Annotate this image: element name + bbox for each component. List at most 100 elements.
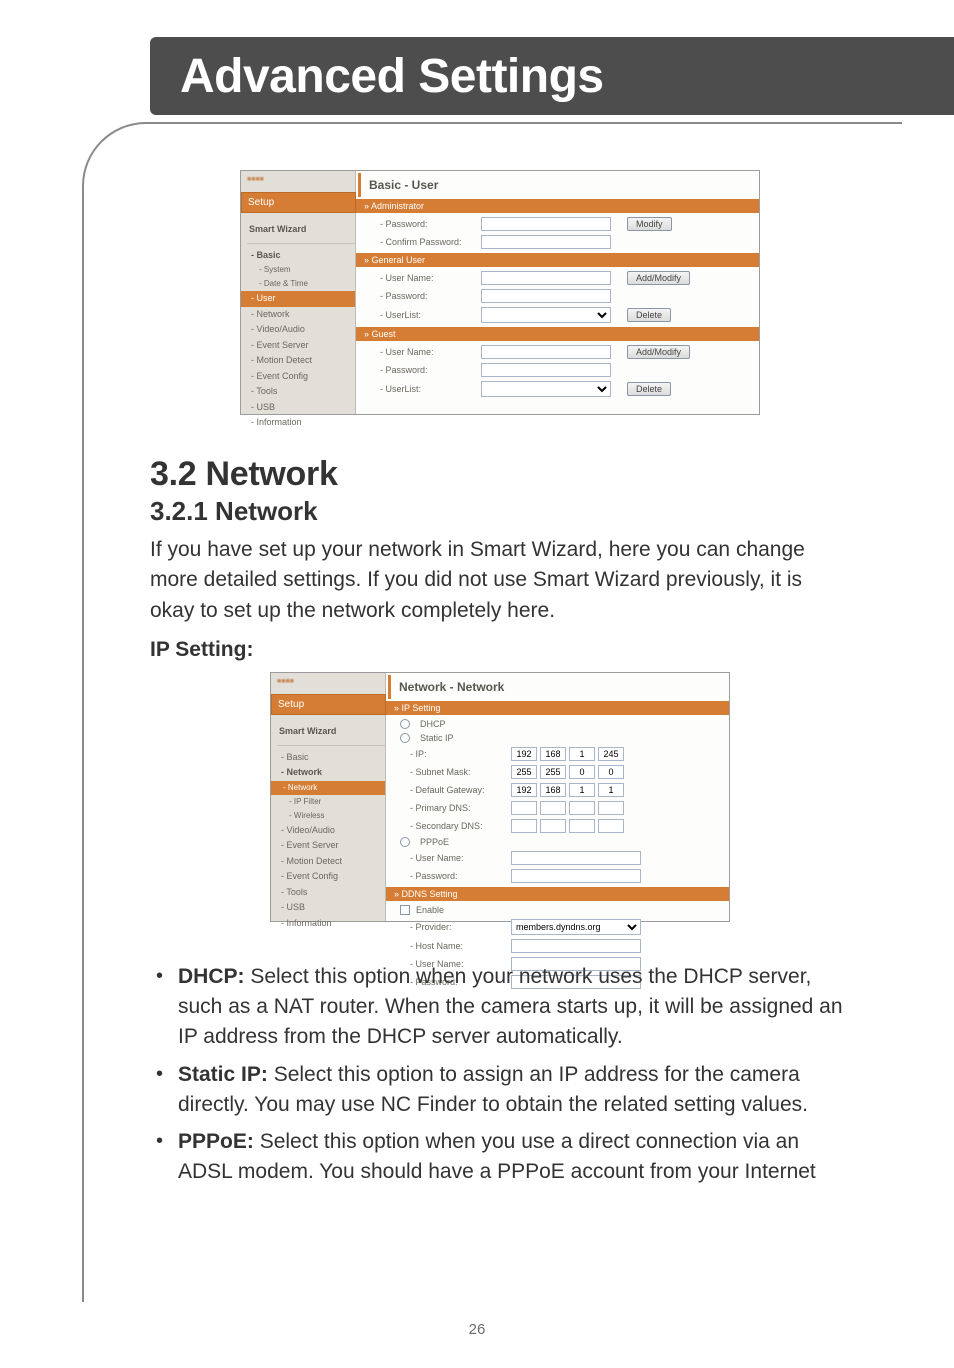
bullet-static-ip: Static IP: Select this option to assign … bbox=[150, 1060, 850, 1120]
octet-group bbox=[511, 819, 624, 833]
bullet-pppoe-label: PPPoE: bbox=[178, 1130, 254, 1153]
screenshot-network-network: ■■■■ Setup Smart Wizard - Basic- Network… bbox=[270, 672, 730, 922]
radio-icon[interactable] bbox=[400, 719, 410, 729]
smart-wizard-link: Smart Wizard bbox=[247, 217, 355, 244]
ip-octet-input[interactable] bbox=[598, 801, 624, 815]
pppoe-radio-row: PPPoE bbox=[386, 835, 729, 849]
ip-octet-input[interactable] bbox=[598, 747, 624, 761]
ip-octet-input[interactable] bbox=[569, 819, 595, 833]
pppoe-radio-label: PPPoE bbox=[420, 837, 449, 847]
sidebar-item: - Video/Audio bbox=[247, 322, 355, 338]
sidebar-item: - System bbox=[247, 263, 355, 277]
ddns-enable-row: Enable bbox=[386, 903, 729, 917]
bullet-dhcp-text: Select this option when your network use… bbox=[178, 965, 843, 1048]
label-password: - Password: bbox=[380, 291, 475, 301]
sidebar-item: - Basic bbox=[247, 248, 355, 264]
subsection-heading-network: 3.2.1 Network bbox=[150, 496, 850, 527]
label-password: - Password: bbox=[410, 871, 505, 881]
sidebar-item: - Network bbox=[277, 765, 385, 781]
pppoe-user-row: - User Name: bbox=[386, 849, 729, 867]
ip-octet-input[interactable] bbox=[511, 783, 537, 797]
ip-octet-input[interactable] bbox=[569, 783, 595, 797]
pppoe-user-input[interactable] bbox=[511, 851, 641, 865]
mock2-nav: - Basic- Network- Network- IP Filter- Wi… bbox=[277, 750, 385, 932]
ip-octet-input[interactable] bbox=[511, 801, 537, 815]
admin-password-input[interactable] bbox=[481, 217, 611, 231]
admin-confirm-input[interactable] bbox=[481, 235, 611, 249]
general-password-row: - Password: bbox=[356, 287, 759, 305]
ip-octet-input[interactable] bbox=[598, 819, 624, 833]
add-modify-button[interactable]: Add/Modify bbox=[627, 271, 690, 285]
guest-password-input[interactable] bbox=[481, 363, 611, 377]
ip-field-label: - Secondary DNS: bbox=[410, 821, 505, 831]
ip-octet-input[interactable] bbox=[511, 747, 537, 761]
pppoe-pass-row: - Password: bbox=[386, 867, 729, 885]
sidebar-item: - Wireless bbox=[277, 809, 385, 823]
ddns-host-row: - Host Name: bbox=[386, 937, 729, 955]
sidebar-item: - IP Filter bbox=[277, 795, 385, 809]
ip-octet-input[interactable] bbox=[511, 765, 537, 779]
bullet-pppoe: PPPoE: Select this option when you use a… bbox=[150, 1127, 850, 1187]
ip-octet-row: - IP: bbox=[386, 745, 729, 763]
octet-group bbox=[511, 801, 624, 815]
label-username: - User Name: bbox=[380, 347, 475, 357]
static-ip-radio-row: Static IP bbox=[386, 731, 729, 745]
modify-button[interactable]: Modify bbox=[627, 217, 672, 231]
label-password: - Password: bbox=[380, 365, 475, 375]
ddns-host-input[interactable] bbox=[511, 939, 641, 953]
delete-button[interactable]: Delete bbox=[627, 382, 671, 396]
page-title: Advanced Settings bbox=[180, 49, 604, 104]
general-password-input[interactable] bbox=[481, 289, 611, 303]
octet-group bbox=[511, 747, 624, 761]
pppoe-pass-input[interactable] bbox=[511, 869, 641, 883]
sidebar-item: - User bbox=[241, 291, 355, 307]
dhcp-radio-label: DHCP bbox=[420, 719, 446, 729]
sidebar-item: - Information bbox=[247, 415, 355, 431]
ip-field-label: - Default Gateway: bbox=[410, 785, 505, 795]
octet-group bbox=[511, 783, 624, 797]
ddns-provider-row: - Provider: members.dyndns.org bbox=[386, 917, 729, 937]
ddns-provider-select[interactable]: members.dyndns.org bbox=[511, 919, 641, 935]
screenshot-basic-user: ■■■■ Setup Smart Wizard - Basic- System-… bbox=[240, 170, 760, 415]
add-modify-button[interactable]: Add/Modify bbox=[627, 345, 690, 359]
bullet-pppoe-text: Select this option when you use a direct… bbox=[178, 1130, 816, 1183]
radio-icon[interactable] bbox=[400, 837, 410, 847]
ip-octet-input[interactable] bbox=[569, 801, 595, 815]
ip-octet-input[interactable] bbox=[598, 783, 624, 797]
guest-userlist-select[interactable] bbox=[481, 381, 611, 397]
general-userlist-select[interactable] bbox=[481, 307, 611, 323]
ip-octet-input[interactable] bbox=[569, 747, 595, 761]
sidebar-item: - Date & Time bbox=[247, 277, 355, 291]
sidebar-item: - Basic bbox=[277, 750, 385, 766]
ip-octet-input[interactable] bbox=[540, 801, 566, 815]
ip-octet-input[interactable] bbox=[511, 819, 537, 833]
general-username-input[interactable] bbox=[481, 271, 611, 285]
ip-octet-row: - Default Gateway: bbox=[386, 781, 729, 799]
bullet-static-text: Select this option to assign an IP addre… bbox=[178, 1063, 808, 1116]
guest-username-input[interactable] bbox=[481, 345, 611, 359]
ip-octet-input[interactable] bbox=[540, 747, 566, 761]
mock1-main: Basic - User » Administrator - Password:… bbox=[356, 171, 759, 414]
ip-octet-input[interactable] bbox=[569, 765, 595, 779]
setup-tab: Setup bbox=[271, 694, 386, 715]
radio-icon[interactable] bbox=[400, 733, 410, 743]
ip-octet-input[interactable] bbox=[540, 819, 566, 833]
label-hostname: - Host Name: bbox=[410, 941, 505, 951]
label-provider: - Provider: bbox=[410, 922, 505, 932]
sidebar-item: - Event Config bbox=[247, 369, 355, 385]
ip-octet-input[interactable] bbox=[540, 783, 566, 797]
delete-button[interactable]: Delete bbox=[627, 308, 671, 322]
bullet-dhcp-label: DHCP: bbox=[178, 965, 245, 988]
ip-field-label: - IP: bbox=[410, 749, 505, 759]
ip-setting-bullet-list: DHCP: Select this option when your netwo… bbox=[150, 962, 850, 1187]
label-username: - User Name: bbox=[380, 273, 475, 283]
label-confirm-password: - Confirm Password: bbox=[380, 237, 475, 247]
label-userlist: - UserList: bbox=[380, 310, 475, 320]
mock2-sidebar: ■■■■ Setup Smart Wizard - Basic- Network… bbox=[271, 673, 386, 921]
brand-logo: ■■■■ bbox=[247, 175, 355, 189]
ip-octet-input[interactable] bbox=[598, 765, 624, 779]
ip-octet-input[interactable] bbox=[540, 765, 566, 779]
sidebar-item: - Video/Audio bbox=[277, 823, 385, 839]
section-heading-network: 3.2 Network bbox=[150, 455, 850, 494]
checkbox-icon[interactable] bbox=[400, 905, 410, 915]
